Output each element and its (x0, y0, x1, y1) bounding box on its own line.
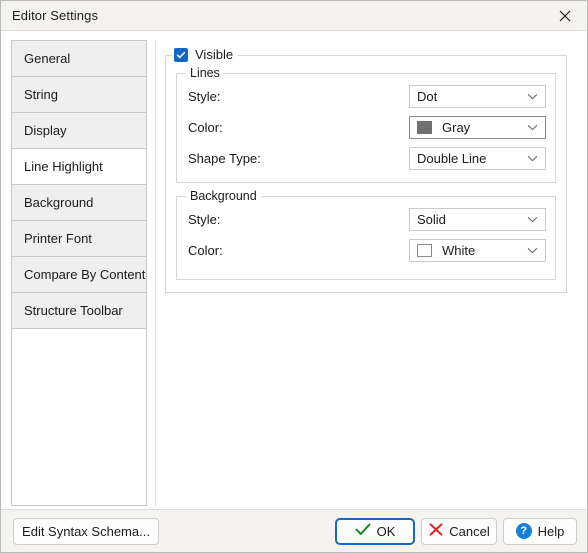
x-icon (428, 523, 443, 539)
chevron-glyph (527, 155, 537, 161)
sidebar-item-line-highlight[interactable]: Line Highlight (12, 149, 146, 185)
lines-group-legend: Lines (186, 66, 224, 81)
lines-color-dropdown[interactable]: Gray (409, 115, 546, 139)
lines-group-box: Lines Style: Dot Color: Gray Shape Type:… (176, 66, 556, 183)
background-group-box: Background Style: Solid Color: White (176, 189, 556, 280)
settings-detail-panel: Visible Lines Style: Dot Color: Gray Sha… (155, 40, 577, 506)
sidebar-item-label: String (24, 87, 58, 102)
check-glyph (355, 523, 371, 535)
sidebar-item-label: Line Highlight (24, 159, 103, 174)
sidebar-item-string[interactable]: String (12, 77, 146, 113)
help-label: Help (537, 523, 565, 539)
background-color-row: Color: White (177, 238, 555, 262)
lines-style-value: Dot (417, 88, 438, 104)
background-color-label: Color: (188, 242, 223, 258)
visible-label: Visible (195, 47, 234, 62)
chevron-down-icon (519, 216, 545, 223)
sidebar-item-label: Printer Font (24, 231, 92, 246)
sidebar-item-label: Structure Toolbar (24, 303, 123, 318)
ok-button[interactable]: OK (335, 517, 415, 545)
chevron-glyph (527, 93, 537, 99)
sidebar-item-display[interactable]: Display (12, 113, 146, 149)
edit-syntax-schema-label: Edit Syntax Schema... (22, 523, 150, 539)
sidebar-item-label: Compare By Content (24, 267, 146, 282)
lines-shape-type-value: Double Line (417, 150, 487, 166)
chevron-glyph (527, 247, 537, 253)
lines-shape-type-label: Shape Type: (188, 150, 261, 166)
help-button[interactable]: ? Help (503, 517, 577, 545)
lines-color-row: Color: Gray (177, 115, 555, 139)
editor-settings-dialog: Editor Settings General String Display L… (0, 0, 588, 553)
lines-color-label: Color: (188, 119, 223, 135)
dialog-body: General String Display Line Highlight Ba… (1, 31, 587, 509)
chevron-glyph (527, 124, 537, 130)
cancel-button[interactable]: Cancel (421, 517, 497, 545)
sidebar-item-background[interactable]: Background (12, 185, 146, 221)
ok-label: OK (376, 523, 396, 539)
background-color-value: White (442, 242, 476, 258)
sidebar-item-label: General (24, 51, 71, 66)
checkmark-icon (174, 47, 188, 62)
background-color-dropdown[interactable]: White (409, 238, 546, 262)
close-glyph (559, 10, 571, 22)
settings-category-list[interactable]: General String Display Line Highlight Ba… (11, 40, 147, 506)
sidebar-item-printer-font[interactable]: Printer Font (12, 221, 146, 257)
title-bar: Editor Settings (1, 1, 587, 31)
check-icon (355, 523, 371, 539)
cancel-label: Cancel (449, 523, 490, 539)
background-style-dropdown[interactable]: Solid (409, 207, 546, 231)
lines-style-label: Style: (188, 88, 221, 104)
background-style-value: Solid (417, 211, 446, 227)
checkmark-glyph (176, 51, 186, 58)
chevron-down-icon (519, 124, 545, 131)
background-style-row: Style: Solid (177, 207, 555, 231)
background-group-legend: Background (186, 189, 261, 204)
lines-shape-type-row: Shape Type: Double Line (177, 146, 555, 170)
lines-style-row: Style: Dot (177, 84, 555, 108)
lines-color-value: Gray (442, 119, 471, 135)
sidebar-item-structure-toolbar[interactable]: Structure Toolbar (12, 293, 146, 329)
color-swatch (417, 120, 432, 134)
close-icon[interactable] (543, 1, 587, 31)
lines-style-dropdown[interactable]: Dot (409, 84, 546, 108)
background-style-label: Style: (188, 211, 221, 227)
visible-group-box: Visible Lines Style: Dot Color: Gray Sha… (165, 47, 567, 293)
visible-checkbox[interactable]: Visible (172, 47, 239, 62)
window-title: Editor Settings (12, 8, 99, 23)
color-swatch (417, 243, 432, 257)
chevron-glyph (527, 216, 537, 222)
lines-shape-type-dropdown[interactable]: Double Line (409, 146, 546, 170)
chevron-down-icon (519, 155, 545, 162)
dialog-footer: Edit Syntax Schema... OK Cancel ? Help (1, 509, 587, 552)
chevron-down-icon (519, 247, 545, 254)
x-glyph (429, 523, 443, 536)
edit-syntax-schema-button[interactable]: Edit Syntax Schema... (13, 517, 159, 545)
chevron-down-icon (519, 93, 545, 100)
question-circle-icon: ? (515, 523, 532, 539)
sidebar-item-label: Display (24, 123, 67, 138)
sidebar-item-label: Background (24, 195, 94, 210)
sidebar-item-compare-by-content[interactable]: Compare By Content (12, 257, 146, 293)
sidebar-item-general[interactable]: General (12, 41, 146, 77)
